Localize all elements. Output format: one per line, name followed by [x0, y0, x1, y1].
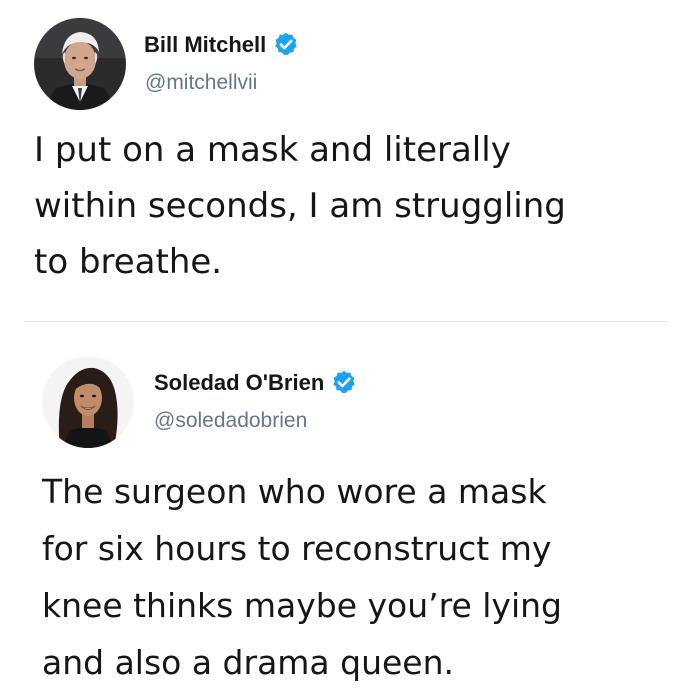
author-handle[interactable]: @mitchellvii	[145, 71, 257, 95]
author-name[interactable]: Soledad O'Brien	[154, 369, 358, 397]
tweet-card[interactable]: Bill Mitchell @mitchellvii I put on a ma…	[0, 0, 700, 322]
author-name[interactable]: Bill Mitchell	[144, 31, 300, 59]
tweet-text-line: I put on a mask and literally	[34, 130, 511, 170]
verified-badge-icon	[272, 31, 300, 59]
verified-badge-icon	[330, 369, 358, 397]
author-name-text[interactable]: Soledad O'Brien	[154, 370, 324, 396]
avatar[interactable]	[34, 18, 126, 110]
tweet-text-line: and also a drama queen.	[42, 643, 455, 682]
tweet-card[interactable]: Soledad O'Brien @soledadobrien The surge…	[0, 323, 700, 700]
avatar[interactable]	[42, 356, 134, 448]
tweet-text-line: The surgeon who wore a mask	[42, 472, 547, 511]
author-name-text[interactable]: Bill Mitchell	[144, 32, 266, 58]
tweet-text: The surgeon who wore a mask for six hour…	[42, 463, 682, 691]
divider	[24, 321, 668, 322]
tweet-text-line: to breathe.	[34, 242, 223, 282]
tweet-text: I put on a mask and literally within sec…	[34, 122, 674, 290]
tweet-text-line: knee thinks maybe you’re lying	[42, 586, 562, 625]
tweet-text-line: within seconds, I am struggling	[34, 186, 566, 226]
tweet-text-line: for six hours to reconstruct my	[42, 529, 552, 568]
author-handle[interactable]: @soledadobrien	[154, 409, 307, 433]
